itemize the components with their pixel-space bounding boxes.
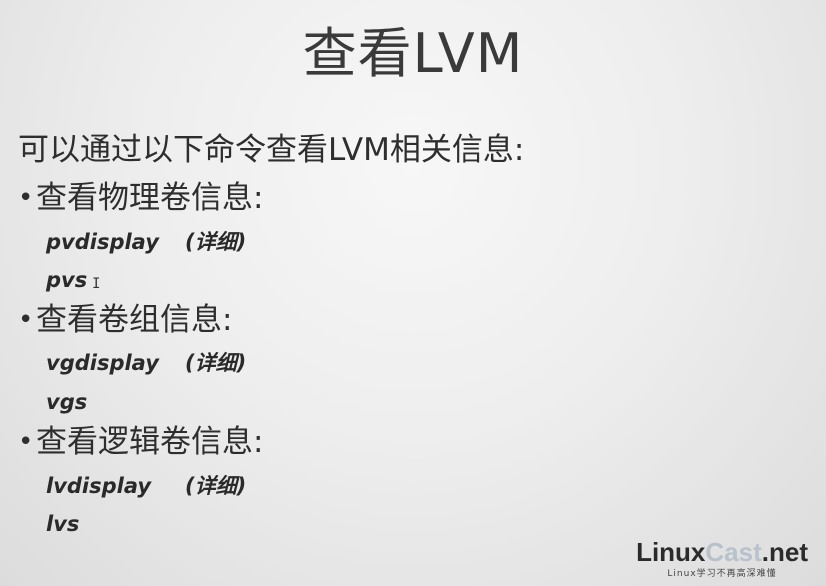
command-pvs: pvs <box>46 268 88 292</box>
logo-part-cast: Cast <box>705 537 762 567</box>
slide-intro: 可以通过以下命令查看LVM相关信息: <box>18 132 525 168</box>
logo-wordmark: LinuxCast.net <box>636 538 808 566</box>
command-note: (详细) <box>185 230 247 254</box>
command-note: (详细) <box>185 474 247 498</box>
section-physical-volume: •查看物理卷信息: <box>18 176 263 220</box>
linuxcast-logo: LinuxCast.net Linux学习不再高深难懂 <box>636 538 808 580</box>
section-volume-group: •查看卷组信息: <box>18 298 232 342</box>
bullet-icon: • <box>18 183 34 213</box>
section-heading: 查看卷组信息: <box>36 302 233 338</box>
command-lvs: lvs <box>46 512 80 536</box>
logo-part-net: .net <box>761 537 808 567</box>
slide: 查看LVM 可以通过以下命令查看LVM相关信息: •查看物理卷信息: pvdis… <box>0 0 826 586</box>
text-cursor-icon: I <box>92 276 101 292</box>
section-logical-volume: •查看逻辑卷信息: <box>18 420 263 464</box>
bullet-icon: • <box>18 305 34 335</box>
section-heading: 查看物理卷信息: <box>36 180 264 216</box>
bullet-icon: • <box>18 427 34 457</box>
command-vgs: vgs <box>46 390 88 414</box>
logo-part-linux: Linux <box>636 537 706 567</box>
section-heading: 查看逻辑卷信息: <box>36 424 264 460</box>
command-vgdisplay: vgdisplay <box>46 351 159 375</box>
command-pvdisplay: pvdisplay <box>46 230 159 254</box>
command-lvdisplay: lvdisplay <box>46 474 152 498</box>
logo-tagline: Linux学习不再高深难懂 <box>667 569 777 579</box>
command-note: (详细) <box>185 351 247 375</box>
slide-title: 查看LVM <box>302 22 524 85</box>
